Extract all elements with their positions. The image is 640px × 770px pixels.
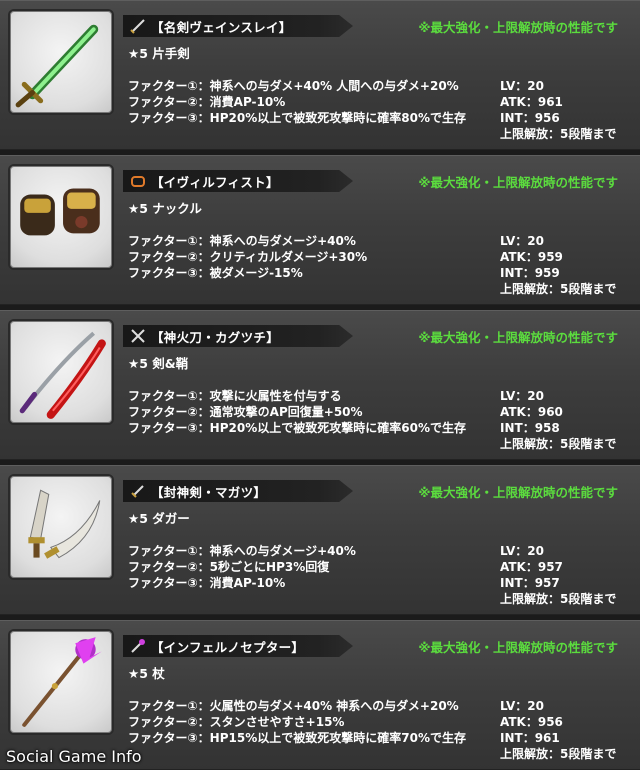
factor-1: ファクター①：神系への与ダメージ+40%	[128, 234, 356, 248]
stat-limit-break: 上限解放：5段階まで	[500, 592, 617, 606]
stat-lv: LV：20	[500, 544, 544, 558]
factor-3: ファクター③：HP20%以上で被致死攻撃時に確率60%で生存	[128, 421, 466, 435]
stat-list: LV：20 ATK：961 INT：956 上限解放：5段階まで	[500, 78, 616, 142]
weapon-name-bar: 【イヴィルフィスト】	[123, 170, 353, 192]
stat-lv: LV：20	[500, 234, 544, 248]
stat-atk: ATK：959	[500, 250, 563, 264]
stat-atk: ATK：961	[500, 95, 563, 109]
rarity-type: ★5 片手剣	[128, 46, 190, 61]
weapon-image-sword	[8, 9, 114, 115]
weapon-image-dagger	[8, 474, 114, 580]
stat-int: INT：957	[500, 576, 560, 590]
stat-limit-break: 上限解放：5段階まで	[500, 282, 617, 296]
factor-2: ファクター②：通常攻撃のAP回復量+50%	[128, 405, 363, 419]
weapon-card: 【神火刀・カグツチ】 ※最大強化・上限解放時の性能です ★5 剣&鞘 ファクター…	[0, 310, 640, 460]
weapon-name: 【封神剣・マガツ】	[151, 484, 267, 500]
crossed-swords-icon	[129, 327, 147, 345]
max-enhance-note: ※最大強化・上限解放時の性能です	[418, 640, 618, 655]
factor-3: ファクター③：被ダメージ-15%	[128, 266, 303, 280]
stat-list: LV：20 ATK：957 INT：957 上限解放：5段階まで	[500, 543, 616, 607]
factor-2: ファクター②：スタンさせやすさ+15%	[128, 715, 345, 729]
factor-list: ファクター①：神系への与ダメージ+40% ファクター②：5秒ごとにHP3%回復 …	[128, 543, 356, 591]
stat-limit-break: 上限解放：5段階まで	[500, 437, 617, 451]
stat-limit-break: 上限解放：5段階まで	[500, 747, 617, 761]
stat-list: LV：20 ATK：960 INT：958 上限解放：5段階まで	[500, 388, 616, 452]
weapon-card: 【封神剣・マガツ】 ※最大強化・上限解放時の性能です ★5 ダガー ファクター①…	[0, 465, 640, 615]
dagger-icon	[129, 482, 147, 500]
weapon-name: 【イヴィルフィスト】	[151, 174, 279, 190]
weapon-name-bar: 【名剣ヴェインスレイ】	[123, 15, 353, 37]
weapon-name-bar: 【インフェルノセプター】	[123, 635, 353, 657]
max-enhance-note: ※最大強化・上限解放時の性能です	[418, 175, 618, 190]
factor-2: ファクター②：消費AP-10%	[128, 95, 286, 109]
max-enhance-note: ※最大強化・上限解放時の性能です	[418, 20, 618, 35]
weapon-name: 【神火刀・カグツチ】	[151, 329, 280, 345]
weapon-image-staff	[8, 629, 114, 735]
factor-1: ファクター①：神系への与ダメージ+40%	[128, 544, 356, 558]
rarity-type: ★5 杖	[128, 666, 165, 681]
weapon-name-bar: 【神火刀・カグツチ】	[123, 325, 353, 347]
factor-1: ファクター①：攻撃に火属性を付与する	[128, 389, 342, 403]
watermark: Social Game Info	[6, 747, 142, 766]
rarity-type: ★5 ナックル	[128, 201, 202, 216]
stat-limit-break: 上限解放：5段階まで	[500, 127, 617, 141]
stat-lv: LV：20	[500, 79, 544, 93]
stat-atk: ATK：956	[500, 715, 563, 729]
weapon-image-katana	[8, 319, 114, 425]
weapon-card: 【イヴィルフィスト】 ※最大強化・上限解放時の性能です ★5 ナックル ファクタ…	[0, 155, 640, 305]
factor-2: ファクター②：5秒ごとにHP3%回復	[128, 560, 330, 574]
stat-atk: ATK：957	[500, 560, 563, 574]
sword-icon	[129, 17, 147, 35]
stat-lv: LV：20	[500, 389, 544, 403]
rarity-type: ★5 ダガー	[128, 511, 190, 526]
knuckle-icon	[129, 172, 147, 190]
weapon-card: 【名剣ヴェインスレイ】 ※最大強化・上限解放時の性能です ★5 片手剣 ファクタ…	[0, 0, 640, 150]
factor-3: ファクター③：HP15%以上で被致死攻撃時に確率70%で生存	[128, 731, 466, 745]
stat-int: INT：956	[500, 111, 560, 125]
factor-1: ファクター①：神系への与ダメ+40% 人間への与ダメ+20%	[128, 79, 459, 93]
max-enhance-note: ※最大強化・上限解放時の性能です	[418, 330, 618, 345]
stat-int: INT：958	[500, 421, 560, 435]
staff-icon	[129, 637, 147, 655]
max-enhance-note: ※最大強化・上限解放時の性能です	[418, 485, 618, 500]
factor-1: ファクター①：火属性の与ダメ+40% 神系への与ダメ+20%	[128, 699, 459, 713]
stat-lv: LV：20	[500, 699, 544, 713]
factor-list: ファクター①：火属性の与ダメ+40% 神系への与ダメ+20% ファクター②：スタ…	[128, 698, 466, 746]
factor-3: ファクター③：HP20%以上で被致死攻撃時に確率80%で生存	[128, 111, 466, 125]
factor-list: ファクター①：神系への与ダメージ+40% ファクター②：クリティカルダメージ+3…	[128, 233, 367, 281]
factor-list: ファクター①：攻撃に火属性を付与する ファクター②：通常攻撃のAP回復量+50%…	[128, 388, 466, 436]
stat-int: INT：961	[500, 731, 560, 745]
factor-3: ファクター③：消費AP-10%	[128, 576, 286, 590]
weapon-name: 【インフェルノセプター】	[151, 639, 305, 655]
weapon-name: 【名剣ヴェインスレイ】	[151, 19, 292, 35]
rarity-type: ★5 剣&鞘	[128, 356, 189, 371]
stat-int: INT：959	[500, 266, 560, 280]
factor-list: ファクター①：神系への与ダメ+40% 人間への与ダメ+20% ファクター②：消費…	[128, 78, 466, 126]
stat-atk: ATK：960	[500, 405, 563, 419]
stat-list: LV：20 ATK：959 INT：959 上限解放：5段階まで	[500, 233, 616, 297]
stat-list: LV：20 ATK：956 INT：961 上限解放：5段階まで	[500, 698, 616, 762]
weapon-name-bar: 【封神剣・マガツ】	[123, 480, 353, 502]
weapon-image-knuckle	[8, 164, 114, 270]
factor-2: ファクター②：クリティカルダメージ+30%	[128, 250, 368, 264]
